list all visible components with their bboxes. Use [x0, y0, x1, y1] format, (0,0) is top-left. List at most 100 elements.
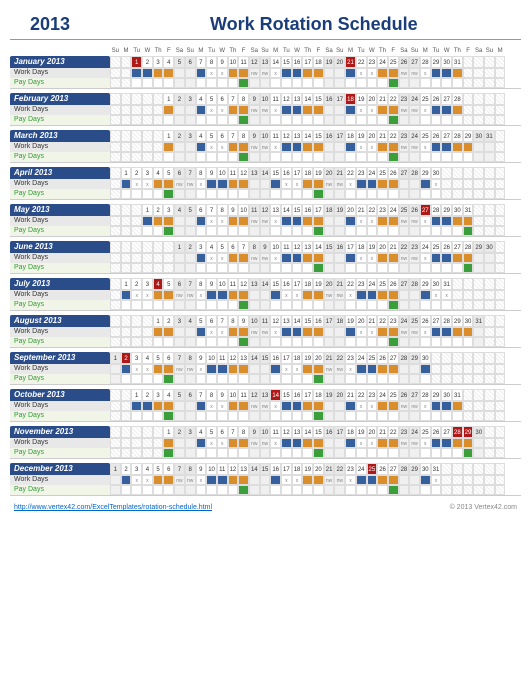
- pay-cell: [324, 78, 335, 88]
- pay-cell: [131, 448, 142, 458]
- work-cell: [377, 327, 388, 337]
- work-cell: [452, 253, 463, 263]
- date-cell: 2: [142, 56, 153, 68]
- date-cell: 7: [228, 130, 239, 142]
- work-cell: nw: [260, 253, 271, 263]
- pay-cell: [206, 226, 217, 236]
- work-cell: [153, 68, 164, 78]
- pay-cell: [367, 263, 378, 273]
- date-cell: 3: [131, 352, 142, 364]
- pay-cell: [217, 411, 228, 421]
- date-cell: 12: [238, 278, 249, 290]
- work-cell: x: [281, 475, 292, 485]
- date-cell: 5: [206, 93, 217, 105]
- pay-cell: [260, 448, 271, 458]
- source-link[interactable]: http://www.vertex42.com/ExcelTemplates/r…: [14, 504, 212, 511]
- pay-cell: [163, 411, 174, 421]
- pay-cell: [185, 448, 196, 458]
- work-cell: x: [356, 327, 367, 337]
- date-cell: [110, 130, 121, 142]
- work-cell: [292, 216, 303, 226]
- date-cell: [131, 93, 142, 105]
- date-cell: 28: [399, 463, 410, 475]
- date-cell: 21: [345, 389, 356, 401]
- work-cell: [377, 216, 388, 226]
- work-cell: [196, 216, 207, 226]
- date-cell: 19: [324, 56, 335, 68]
- date-cell: 27: [452, 241, 463, 253]
- date-cell: [452, 167, 463, 179]
- date-cell: 8: [206, 389, 217, 401]
- work-cell: [463, 290, 474, 300]
- date-cell: 12: [228, 463, 239, 475]
- date-cell: 18: [345, 130, 356, 142]
- date-cell: [121, 389, 132, 401]
- work-cell: [163, 364, 174, 374]
- date-cell: [495, 130, 506, 142]
- pay-cell: [377, 374, 388, 384]
- date-cell: 10: [270, 241, 281, 253]
- work-cell: [409, 364, 420, 374]
- work-cell: x: [131, 179, 142, 189]
- date-cell: 3: [196, 241, 207, 253]
- date-cell: 10: [206, 352, 217, 364]
- work-cell: [313, 475, 324, 485]
- date-cell: 6: [217, 130, 228, 142]
- pay-cell: [238, 263, 249, 273]
- pay-cell: [313, 152, 324, 162]
- date-cell: 23: [367, 56, 378, 68]
- work-cell: x: [281, 364, 292, 374]
- work-cell: [302, 401, 313, 411]
- pay-cell: [377, 411, 388, 421]
- work-cell: [399, 475, 410, 485]
- pay-cell: [302, 263, 313, 273]
- dow-cell: Su: [484, 48, 495, 54]
- date-cell: 24: [399, 315, 410, 327]
- work-cell: x: [345, 364, 356, 374]
- work-cell: [356, 290, 367, 300]
- work-cell: [495, 364, 506, 374]
- work-cell: [463, 438, 474, 448]
- work-days-label: Work Days: [10, 105, 110, 115]
- pay-cell: [185, 115, 196, 125]
- date-cell: 3: [185, 93, 196, 105]
- work-cell: [388, 364, 399, 374]
- work-cell: [367, 364, 378, 374]
- pay-cell: [131, 485, 142, 495]
- work-cell: nw: [249, 216, 260, 226]
- work-cell: [238, 142, 249, 152]
- work-cell: [174, 438, 185, 448]
- date-cell: [153, 241, 164, 253]
- date-cell: 27: [409, 56, 420, 68]
- pay-cell: [292, 189, 303, 199]
- date-cell: 25: [367, 352, 378, 364]
- pay-cell: [356, 226, 367, 236]
- date-cell: 10: [206, 463, 217, 475]
- date-cell: 15: [313, 93, 324, 105]
- work-cell: [473, 401, 484, 411]
- pay-cell: [324, 263, 335, 273]
- work-cell: [110, 327, 121, 337]
- date-cell: [495, 204, 506, 216]
- date-cell: 27: [388, 352, 399, 364]
- pay-cell: [270, 152, 281, 162]
- work-cell: [196, 68, 207, 78]
- work-cell: [441, 364, 452, 374]
- work-cell: [185, 401, 196, 411]
- date-cell: 18: [356, 241, 367, 253]
- work-cell: x: [206, 142, 217, 152]
- pay-cell: [334, 189, 345, 199]
- pay-cell: [324, 411, 335, 421]
- date-cell: 24: [409, 130, 420, 142]
- pay-cell: [292, 263, 303, 273]
- work-cell: [420, 179, 431, 189]
- pay-cell: [431, 226, 442, 236]
- work-days-label: Work Days: [10, 179, 110, 189]
- work-cell: [110, 179, 121, 189]
- work-cell: [292, 253, 303, 263]
- date-cell: 10: [260, 426, 271, 438]
- pay-cell: [153, 263, 164, 273]
- pay-cell: [249, 115, 260, 125]
- date-cell: 4: [196, 130, 207, 142]
- pay-cell: [249, 374, 260, 384]
